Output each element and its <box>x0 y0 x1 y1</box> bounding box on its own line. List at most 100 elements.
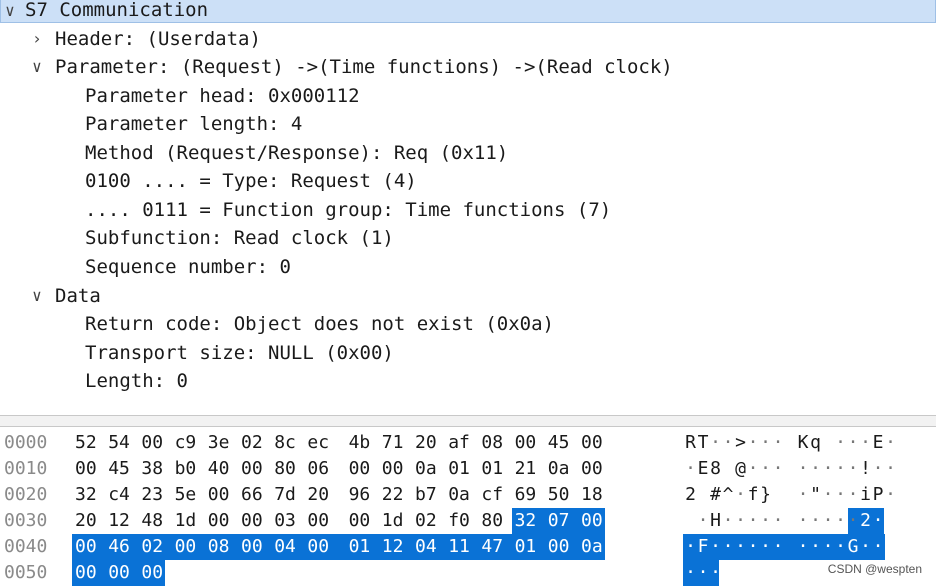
hex-byte[interactable]: c4 <box>108 482 136 508</box>
hex-byte[interactable]: 11 <box>448 534 476 560</box>
hex-byte[interactable]: f0 <box>448 508 476 534</box>
hex-byte[interactable]: b7 <box>415 482 443 508</box>
hex-byte[interactable]: 00 <box>208 508 236 534</box>
hex-byte[interactable]: 18 <box>581 482 609 508</box>
tree-item[interactable]: 0100 .... = Type: Request (4) <box>0 167 936 195</box>
hex-byte[interactable]: 02 <box>415 508 443 534</box>
hex-byte[interactable]: 00 <box>241 456 269 482</box>
hex-byte[interactable]: 00 <box>581 456 609 482</box>
hex-byte[interactable]: 96 <box>349 482 377 508</box>
hex-byte[interactable]: 00 <box>175 534 203 560</box>
chevron-down-icon[interactable]: ∨ <box>28 282 46 310</box>
hex-byte[interactable]: 03 <box>274 508 302 534</box>
hex-byte[interactable]: 02 <box>241 430 269 456</box>
hex-byte[interactable]: 48 <box>141 508 169 534</box>
pane-splitter[interactable] <box>0 415 936 427</box>
chevron-right-icon[interactable]: › <box>28 25 46 53</box>
hex-byte[interactable]: 21 <box>515 456 543 482</box>
hex-byte[interactable]: 3e <box>208 430 236 456</box>
tree-item[interactable]: Length: 0 <box>0 367 936 395</box>
hex-byte[interactable]: 00 <box>108 560 136 586</box>
hex-byte[interactable]: 01 <box>448 456 476 482</box>
hex-byte[interactable]: 52 <box>75 430 103 456</box>
hex-byte[interactable]: 38 <box>141 456 169 482</box>
tree-item[interactable]: ∨ Parameter: (Request) ->(Time functions)… <box>0 53 936 81</box>
hex-byte[interactable]: 00 <box>75 456 103 482</box>
hex-byte[interactable]: 1d <box>382 508 410 534</box>
hex-byte[interactable]: 54 <box>108 430 136 456</box>
hex-byte[interactable]: 00 <box>382 456 410 482</box>
hex-byte[interactable]: 7d <box>274 482 302 508</box>
hex-byte[interactable]: 00 <box>581 508 609 534</box>
tree-item[interactable]: Parameter length: 4 <box>0 110 936 138</box>
hex-byte[interactable]: 01 <box>349 534 377 560</box>
tree-item[interactable]: Method (Request/Response): Req (0x11) <box>0 139 936 167</box>
hex-byte[interactable]: b0 <box>175 456 203 482</box>
hex-byte[interactable]: 00 <box>349 508 377 534</box>
tree-item[interactable]: › Header: (Userdata) <box>0 25 936 53</box>
hex-byte[interactable]: 0a <box>548 456 576 482</box>
tree-item[interactable]: ∨ Data <box>0 282 936 310</box>
hex-byte[interactable]: 00 <box>141 560 169 586</box>
tree-item[interactable]: Transport size: NULL (0x00) <box>0 339 936 367</box>
hex-byte[interactable]: 47 <box>481 534 509 560</box>
hex-byte[interactable]: 00 <box>307 508 335 534</box>
hex-byte[interactable]: 04 <box>274 534 302 560</box>
hex-byte[interactable]: 12 <box>382 534 410 560</box>
hex-byte[interactable]: 01 <box>481 456 509 482</box>
tree-item[interactable]: Subfunction: Read clock (1) <box>0 224 936 252</box>
hex-byte[interactable]: 08 <box>481 430 509 456</box>
hex-byte[interactable]: 00 <box>349 456 377 482</box>
hex-byte[interactable]: 32 <box>75 482 103 508</box>
hex-byte[interactable]: 20 <box>75 508 103 534</box>
hex-byte[interactable]: 46 <box>108 534 136 560</box>
hex-byte[interactable]: 00 <box>75 560 103 586</box>
hex-byte[interactable]: 08 <box>208 534 236 560</box>
hex-byte[interactable]: 01 <box>515 534 543 560</box>
tree-item[interactable]: Return code: Object does not exist (0x0a… <box>0 310 936 338</box>
hex-byte[interactable]: 12 <box>108 508 136 534</box>
hex-byte[interactable]: 07 <box>548 508 576 534</box>
hex-byte[interactable]: af <box>448 430 476 456</box>
hex-byte[interactable]: 00 <box>241 508 269 534</box>
hex-byte[interactable]: 0a <box>581 534 609 560</box>
hex-byte[interactable]: 0a <box>448 482 476 508</box>
hex-byte[interactable]: 00 <box>548 534 576 560</box>
tree-item[interactable]: .... 0111 = Function group: Time functio… <box>0 196 936 224</box>
hex-byte[interactable]: ec <box>307 430 335 456</box>
hex-byte[interactable]: 40 <box>208 456 236 482</box>
hex-byte[interactable]: 20 <box>307 482 335 508</box>
hex-byte[interactable]: 71 <box>382 430 410 456</box>
hex-byte[interactable]: 50 <box>548 482 576 508</box>
hex-byte[interactable]: 02 <box>141 534 169 560</box>
hex-byte[interactable]: 8c <box>274 430 302 456</box>
hex-byte[interactable]: 80 <box>481 508 509 534</box>
hex-byte[interactable]: 00 <box>75 534 103 560</box>
tree-item[interactable]: ∨ S7 Communication <box>0 0 936 23</box>
hex-byte[interactable]: 22 <box>382 482 410 508</box>
hex-byte[interactable]: 80 <box>274 456 302 482</box>
hex-byte[interactable]: 66 <box>241 482 269 508</box>
hex-byte[interactable]: 20 <box>415 430 443 456</box>
chevron-down-icon[interactable]: ∨ <box>1 0 19 22</box>
hex-byte[interactable]: cf <box>481 482 509 508</box>
hex-byte[interactable]: 00 <box>208 482 236 508</box>
hex-byte[interactable]: 69 <box>515 482 543 508</box>
hex-byte[interactable]: 45 <box>108 456 136 482</box>
hex-byte[interactable]: 00 <box>241 534 269 560</box>
hex-byte[interactable]: 00 <box>307 534 335 560</box>
hex-byte[interactable]: 32 <box>515 508 543 534</box>
hex-byte[interactable]: c9 <box>175 430 203 456</box>
hex-byte[interactable]: 00 <box>581 430 609 456</box>
hex-byte[interactable]: 04 <box>415 534 443 560</box>
tree-item[interactable]: Parameter head: 0x000112 <box>0 82 936 110</box>
hex-byte[interactable]: 00 <box>141 430 169 456</box>
hex-byte[interactable]: 5e <box>175 482 203 508</box>
hex-byte[interactable]: 06 <box>307 456 335 482</box>
hex-byte[interactable]: 1d <box>175 508 203 534</box>
hex-byte[interactable]: 00 <box>515 430 543 456</box>
hex-byte[interactable]: 0a <box>415 456 443 482</box>
hex-byte[interactable]: 23 <box>141 482 169 508</box>
tree-item[interactable]: Sequence number: 0 <box>0 253 936 281</box>
hex-byte[interactable]: 45 <box>548 430 576 456</box>
